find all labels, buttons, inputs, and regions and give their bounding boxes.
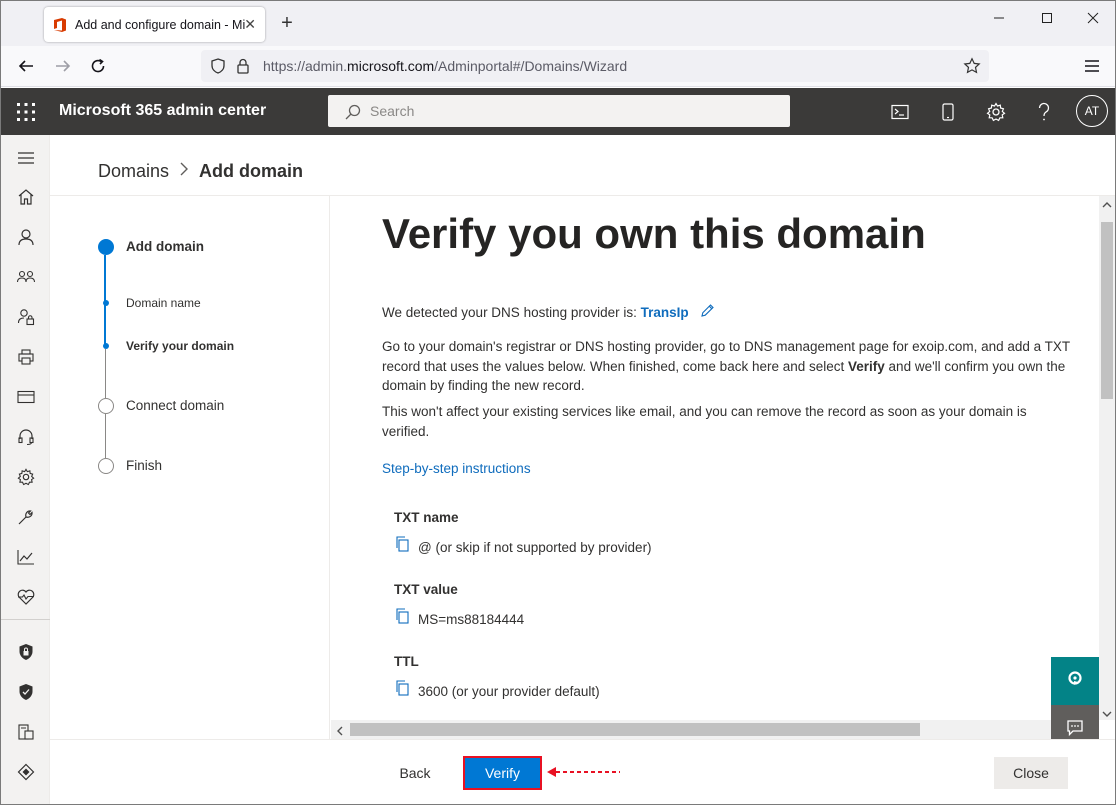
settings-icon[interactable] [15,466,37,488]
forward-arrow-icon[interactable] [51,54,75,78]
help-chat-icon [1065,669,1085,694]
m365-header: Microsoft 365 admin center AT [1,88,1115,135]
copy-icon[interactable] [394,536,410,552]
txt-name-label: TXT name [394,510,459,525]
window-close-icon[interactable] [1081,11,1105,28]
mobile-icon[interactable] [936,100,960,124]
dns-detected-text: We detected your DNS hosting provider is… [382,303,1072,324]
terminal-icon[interactable] [888,100,912,124]
bookmark-star-icon[interactable] [963,57,981,80]
step-marker-sub-current [103,343,109,349]
step-by-step-link[interactable]: Step-by-step instructions [382,461,531,476]
health-heart-icon[interactable] [15,586,37,608]
reload-icon[interactable] [86,54,110,78]
txt-name-row: @ (or skip if not supported by provider) [394,536,652,555]
txt-name-value: @ (or skip if not supported by provider) [418,539,652,555]
app-launcher-icon[interactable] [15,101,37,123]
tab-strip: Add and configure domain - Mic ✕ + [1,1,1115,46]
ttl-row: 3600 (or your provider default) [394,680,600,699]
step-marker-pending [98,398,114,414]
settings-gear-icon[interactable] [984,100,1008,124]
exchange-admin-icon[interactable] [15,761,37,783]
user-icon[interactable] [15,226,37,248]
browser-tab[interactable]: Add and configure domain - Mic ✕ [44,7,265,42]
txt-value-value: MS=ms88184444 [418,611,525,627]
breadcrumb: Domains Add domain [98,161,303,182]
minimize-icon[interactable] [987,11,1011,28]
breadcrumb-domains-link[interactable]: Domains [98,161,169,182]
support-headset-icon[interactable] [15,426,37,448]
step-label-domain-name: Domain name [126,296,201,310]
collapse-menu-icon[interactable] [15,147,37,169]
printer-icon[interactable] [15,346,37,368]
horizontal-scroll-thumb[interactable] [350,723,920,736]
txt-value-row: MS=ms88184444 [394,608,525,627]
home-icon[interactable] [15,186,37,208]
left-nav-rail [1,135,50,804]
avatar[interactable]: AT [1076,95,1108,127]
scroll-up-icon[interactable] [1101,198,1113,216]
page-title: Verify you own this domain [382,210,926,257]
rail-divider [1,619,50,620]
url-bar[interactable]: https://admin.microsoft.com/Adminportal#… [201,50,989,82]
step-connector-pending [105,349,106,398]
lock-icon[interactable] [235,57,251,80]
browser-navbar: https://admin.microsoft.com/Adminportal#… [1,46,1115,87]
step-marker-pending [98,458,114,474]
shield-icon[interactable] [209,57,227,80]
annotation-arrow-icon [547,767,620,777]
maximize-icon[interactable] [1035,11,1059,28]
help-chat-button[interactable] [1051,657,1099,705]
billing-card-icon[interactable] [15,386,37,408]
instructions-paragraph: Go to your domain's registrar or DNS hos… [382,339,1070,393]
verify-button[interactable]: Verify [463,756,542,790]
compliance-shield-icon[interactable] [15,681,37,703]
browser-window: Add and configure domain - Mic ✕ + https… [0,0,1116,805]
ttl-label: TTL [394,654,419,669]
help-question-icon[interactable] [1032,100,1056,124]
security-shield-icon[interactable] [15,641,37,663]
wrench-setup-icon[interactable] [15,506,37,528]
search-icon [344,103,362,121]
chevron-right-icon [179,161,189,182]
dns-provider-link[interactable]: TransIp [641,305,689,320]
close-button[interactable]: Close [994,757,1068,789]
step-connector-pending [105,414,106,458]
step-marker-active [98,239,114,255]
wizard-content: Verify you own this domain We detected y… [331,196,1099,720]
info-paragraph: This won't affect your existing services… [382,404,1027,439]
wizard-stepper [50,196,330,739]
copy-icon[interactable] [394,608,410,624]
reports-chart-icon[interactable] [15,546,37,568]
step-label-finish: Finish [126,458,163,473]
breadcrumb-current: Add domain [199,161,304,181]
teams-groups-icon[interactable] [15,266,37,288]
app-title[interactable]: Microsoft 365 admin center [59,102,266,120]
edit-pencil-icon[interactable] [700,303,715,324]
vertical-scroll-thumb[interactable] [1101,222,1113,399]
user-lock-icon[interactable] [15,306,37,328]
search-box[interactable] [328,95,790,127]
tab-title: Add and configure domain - Mic [75,17,245,32]
scroll-down-icon[interactable] [1101,707,1113,725]
step-label-add-domain: Add domain [126,239,204,254]
office-logo-icon [52,17,68,33]
tab-close-icon[interactable]: ✕ [244,16,256,32]
url-text[interactable]: https://admin.microsoft.com/Adminportal#… [263,58,627,74]
step-label-connect-domain: Connect domain [126,398,225,413]
back-button[interactable]: Back [379,757,451,789]
new-tab-button[interactable]: + [277,12,297,34]
endpoint-manager-icon[interactable] [15,721,37,743]
copy-icon[interactable] [394,680,410,696]
back-arrow-icon[interactable] [14,54,38,78]
ttl-value: 3600 (or your provider default) [418,683,600,699]
step-label-verify-domain: Verify your domain [126,339,235,353]
step-marker-sub [103,300,109,306]
menu-hamburger-icon[interactable] [1080,54,1104,78]
txt-value-label: TXT value [394,582,458,597]
search-input[interactable] [370,95,770,127]
